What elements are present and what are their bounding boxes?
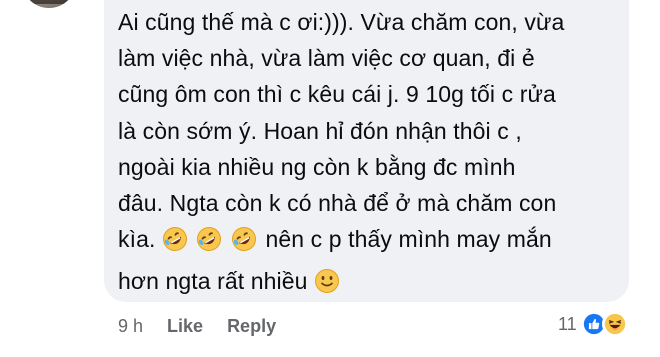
comment-line: ngoài kia nhiều ng còn k bằng đc mình — [118, 153, 516, 180]
reply-button[interactable]: Reply — [227, 316, 276, 337]
comment-line: đâu. Ngta còn k có nhà để ở mà chăm con — [118, 189, 557, 216]
like-button[interactable]: Like — [167, 316, 203, 337]
haha-reaction-icon — [601, 311, 628, 337]
comment-line: Ai cũng thế mà c ơi:))). Vừa chăm con, v… — [118, 9, 565, 35]
slightly-smiling-icon — [315, 269, 340, 294]
comment-screen: Ai cũng thế mà c ơi:))). Vừa chăm con, v… — [0, 0, 660, 357]
comment-actions: 9 h Like Reply — [118, 316, 276, 337]
rolling-on-floor-laughing-icon — [231, 227, 256, 252]
comment-timestamp[interactable]: 9 h — [118, 316, 143, 337]
comment-line-emoji: hơn ngta rất nhiều — [118, 263, 623, 299]
comment-text: Ai cũng thế mà c ơi:))). Vừa chăm con, v… — [118, 4, 623, 300]
comment-line: làm việc nhà, vừa làm việc cơ quan, đi ẻ — [118, 45, 535, 72]
comment-line-start: hơn ngta rất nhiều — [118, 268, 308, 295]
avatar[interactable] — [22, 0, 76, 8]
reaction-count: 11 — [558, 313, 577, 334]
comment-line: là còn sớm ý. Hoan hỉ đón nhận thôi c , — [118, 117, 522, 144]
comment-line-end: nên c p thấy mình may mắn — [265, 226, 552, 253]
rolling-on-floor-laughing-icon — [197, 227, 222, 252]
comment-line: cũng ôm con thì c kêu cái j. 9 10g tối c… — [118, 81, 556, 108]
comment-line-emoji: kìa. nên c p thấy mình may mắn — [118, 221, 623, 257]
comment-line-start: kìa. — [118, 226, 156, 253]
reaction-summary[interactable]: 11 — [558, 311, 628, 337]
rolling-on-floor-laughing-icon — [162, 227, 187, 252]
